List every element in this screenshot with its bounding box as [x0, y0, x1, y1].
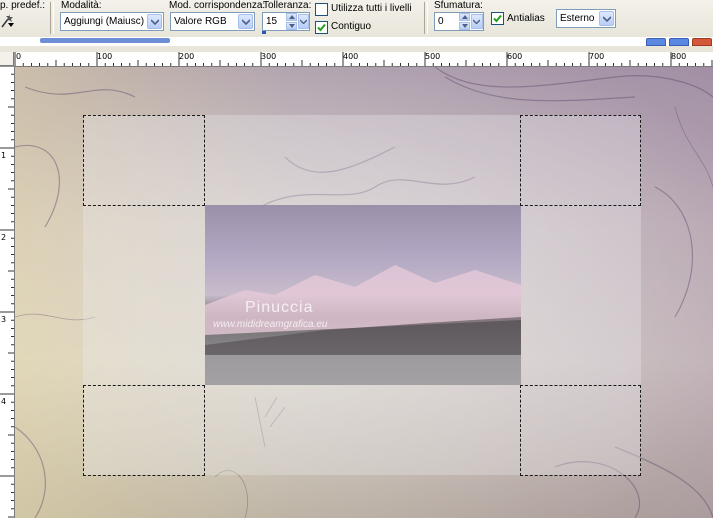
selection-marquee-bottom-right[interactable]: [520, 385, 641, 476]
tolerance-value: 15: [266, 16, 278, 27]
check-icon: [317, 23, 326, 32]
ruler-label: 2: [1, 233, 7, 242]
toolbar-separator: [424, 2, 428, 34]
mode-label: Modalità:: [61, 0, 102, 11]
match-mode-label: Mod. corrispondenza:: [169, 0, 266, 11]
selection-marquee-bottom-left[interactable]: [83, 385, 205, 476]
watermark-name: Pinuccia: [245, 299, 314, 316]
toolbar-separator: [50, 2, 54, 34]
ruler-label: 3: [1, 315, 7, 324]
contiguous-checkbox[interactable]: [315, 21, 328, 34]
tolerance-input[interactable]: 15: [262, 12, 310, 31]
ruler-label: 0: [16, 52, 22, 61]
mode-select[interactable]: Aggiungi (Maiusc): [60, 12, 164, 31]
ruler-label: 200: [179, 52, 195, 61]
tolerance-label: Tolleranza:: [263, 0, 312, 11]
document-window-titlebar: [0, 37, 713, 46]
vertical-ruler: 1 2 3 4: [0, 66, 15, 518]
spin-up-icon[interactable]: [459, 13, 470, 21]
ruler-label: 300: [261, 52, 277, 61]
chevron-down-icon[interactable]: [471, 14, 483, 29]
ruler-label: 4: [1, 397, 7, 406]
ruler-label: 700: [589, 52, 605, 61]
feather-label: Sfumatura:: [434, 0, 483, 11]
feather-input[interactable]: 0: [434, 12, 484, 31]
ruler-label: 600: [507, 52, 523, 61]
chevron-down-icon[interactable]: [147, 14, 162, 29]
ruler-label: 100: [97, 52, 113, 61]
maximize-button[interactable]: [669, 38, 689, 46]
close-button[interactable]: [692, 38, 712, 46]
spin-up-icon[interactable]: [286, 13, 297, 21]
ruler-label: 1: [1, 151, 7, 160]
antialias-label: Antialias: [507, 13, 545, 24]
mode-value: Aggiungi (Maiusc): [64, 16, 145, 27]
title-bar-fragment: [40, 38, 170, 43]
selection-marquee-top-right[interactable]: [520, 115, 641, 206]
chevron-down-icon[interactable]: [298, 14, 309, 29]
spin-down-icon[interactable]: [286, 22, 297, 30]
chevron-down-icon[interactable]: [599, 11, 614, 26]
ruler-label: 500: [425, 52, 441, 61]
check-icon: [493, 14, 502, 23]
image-canvas[interactable]: Pinuccia www.mididreamgrafica.eu: [15, 67, 713, 518]
all-layers-label: Utilizza tutti i livelli: [331, 3, 412, 14]
contiguous-label: Contiguo: [331, 21, 372, 32]
match-mode-select[interactable]: Valore RGB: [170, 12, 255, 31]
spin-down-icon[interactable]: [459, 22, 470, 30]
ruler-corner: [0, 52, 14, 66]
minimize-button[interactable]: [646, 38, 666, 46]
match-mode-value: Valore RGB: [174, 16, 227, 27]
tool-options-toolbar: p. predef.: Modalità: Aggiungi (Maiusc) …: [0, 0, 713, 38]
horizontal-ruler: 0 100 200 300 400 500 600 700 800: [14, 52, 713, 67]
landscape-center-image: [205, 205, 521, 385]
ruler-label: 800: [671, 52, 687, 61]
tolerance-slider-mark[interactable]: [262, 31, 266, 34]
all-layers-checkbox[interactable]: [315, 3, 328, 16]
watermark-url: www.mididreamgrafica.eu: [213, 319, 328, 330]
antialias-checkbox[interactable]: [491, 12, 504, 25]
chevron-down-icon[interactable]: [238, 14, 253, 29]
feather-value: 0: [438, 16, 444, 27]
selection-marquee-top-left[interactable]: [83, 115, 205, 206]
preset-label: p. predef.:: [0, 0, 46, 11]
preset-dropdown-icon[interactable]: [8, 18, 14, 30]
antialias-mode-select[interactable]: Esterno: [556, 9, 616, 28]
ruler-label: 400: [343, 52, 359, 61]
antialias-mode-value: Esterno: [560, 13, 595, 24]
